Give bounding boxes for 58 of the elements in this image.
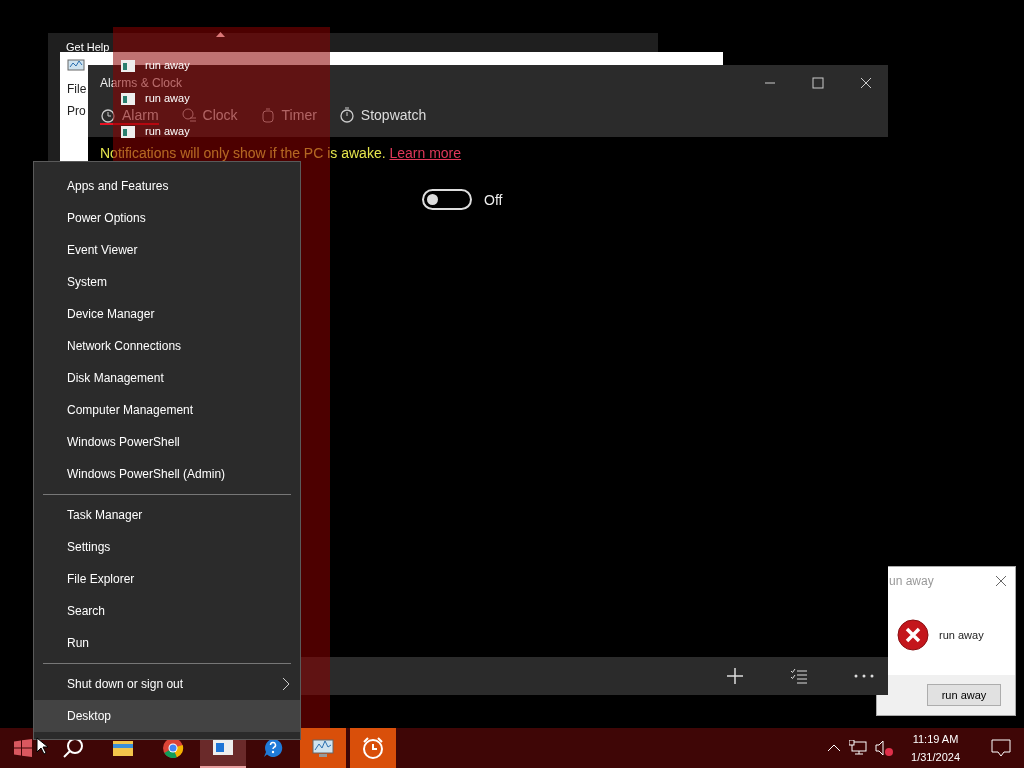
- pointer-icon: [36, 737, 48, 755]
- menu-item[interactable]: Power Options: [34, 202, 300, 234]
- toggle-label: Off: [484, 191, 503, 208]
- menu-item[interactable]: File Explorer: [34, 563, 300, 595]
- window-title: Alarms & Clock: [100, 76, 183, 90]
- window-title: un away: [889, 574, 935, 588]
- caret-icon[interactable]: [216, 32, 225, 37]
- menu-item[interactable]: File: [67, 82, 87, 96]
- tab[interactable]: Stopwatch: [338, 107, 427, 125]
- menu-item[interactable]: Windows PowerShell: [34, 426, 300, 458]
- menu-item[interactable]: Disk Management: [34, 362, 300, 394]
- network-icon[interactable]: [849, 740, 868, 756]
- learn-more-link[interactable]: Learn more: [389, 145, 462, 161]
- windows-logo-icon[interactable]: [14, 739, 32, 757]
- menu-item[interactable]: Settings: [34, 531, 300, 563]
- menu-item[interactable]: System: [34, 266, 300, 298]
- menu-item[interactable]: Event Viewer: [34, 234, 300, 266]
- checklist-icon[interactable]: [790, 668, 808, 684]
- menu-item[interactable]: Windows PowerShell (Admin): [34, 458, 300, 490]
- muted-speaker-icon[interactable]: [875, 740, 894, 756]
- error-icon: [897, 619, 929, 651]
- toggle-switch[interactable]: [422, 189, 472, 210]
- clock-time[interactable]: 11:19 AM: [912, 730, 959, 748]
- jump-list-item[interactable]: run away: [145, 93, 190, 104]
- monitor-icon: [311, 737, 335, 759]
- jump-list-item[interactable]: run away: [145, 126, 190, 137]
- menu-item[interactable]: Computer Management: [34, 394, 300, 426]
- globe-clock-icon: [180, 107, 197, 123]
- close-icon[interactable]: [995, 575, 1007, 587]
- message-text: run away: [939, 629, 984, 641]
- clock-date[interactable]: 1/31/2024: [911, 748, 960, 766]
- tab[interactable]: Pro: [67, 104, 86, 118]
- chrome-icon: [162, 737, 184, 759]
- dialog-button[interactable]: run away: [927, 684, 1001, 706]
- folder-icon: [112, 738, 134, 758]
- alarm-clock-icon: [100, 107, 116, 123]
- menu-item[interactable]: Task Manager: [34, 499, 300, 531]
- maximize-icon[interactable]: [812, 77, 824, 89]
- more-icon[interactable]: [854, 674, 874, 678]
- menu-item[interactable]: Shut down or sign out: [34, 668, 300, 700]
- help-icon: [262, 737, 284, 759]
- chevron-right-icon: [282, 677, 290, 691]
- alarm-clock-icon: [361, 736, 385, 760]
- notification-icon[interactable]: [991, 739, 1011, 757]
- search-icon[interactable]: [62, 737, 84, 759]
- monitor-icon: [67, 58, 85, 74]
- window-title: Get Help: [66, 41, 110, 53]
- menu-item[interactable]: Search: [34, 595, 300, 627]
- menu-item[interactable]: Device Manager: [34, 298, 300, 330]
- timer-icon: [259, 107, 276, 123]
- menu-item[interactable]: Network Connections: [34, 330, 300, 362]
- menu-item[interactable]: Apps and Features: [34, 170, 300, 202]
- menu-item[interactable]: Desktop: [34, 700, 300, 732]
- add-icon[interactable]: [726, 667, 744, 685]
- stopwatch-icon: [338, 107, 355, 123]
- jump-list-item[interactable]: run away: [145, 60, 190, 71]
- chevron-up-icon[interactable]: [827, 744, 842, 752]
- menu-item[interactable]: Run: [34, 627, 300, 659]
